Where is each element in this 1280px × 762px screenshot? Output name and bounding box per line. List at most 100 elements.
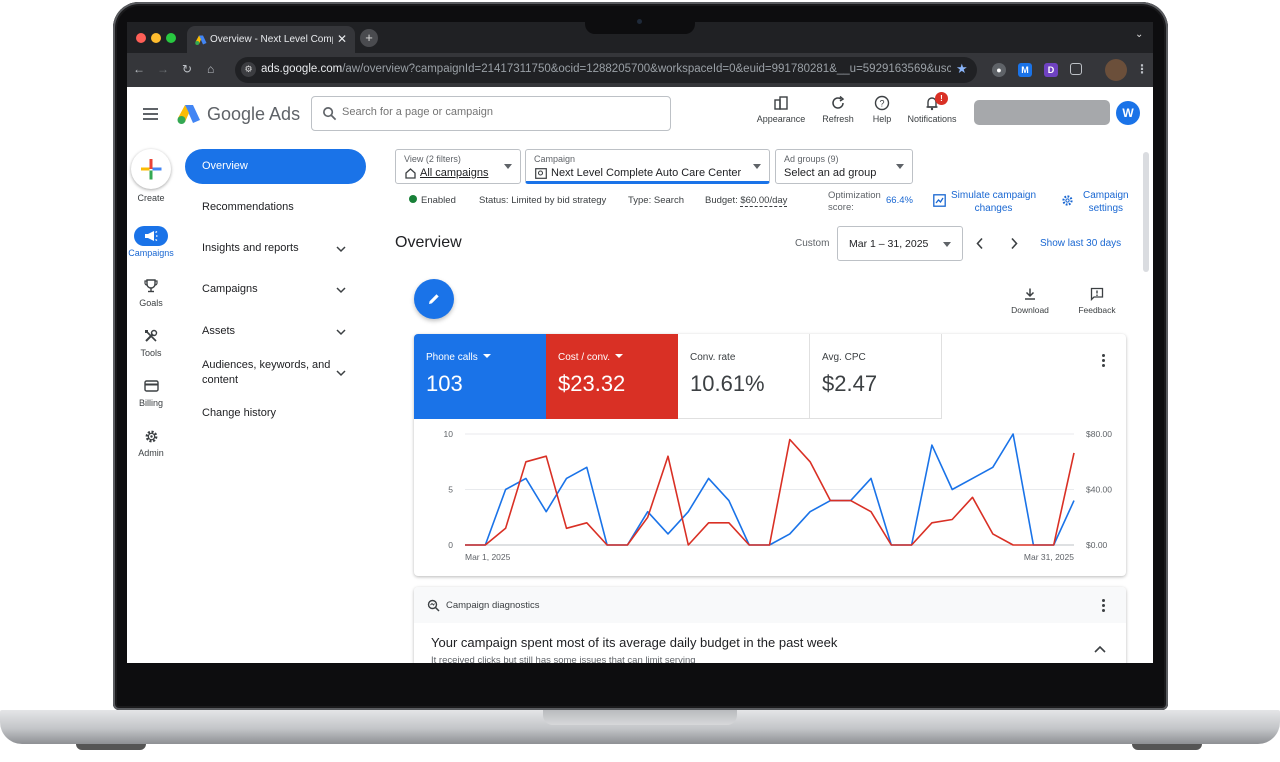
home-icon: [405, 168, 416, 179]
diagnostics-more-icon[interactable]: [1102, 599, 1105, 614]
diagnostics-subtitle: It received clicks but still has some is…: [431, 655, 696, 663]
browser-tab[interactable]: Overview - Next Level Complete ✕: [187, 26, 355, 53]
metric-dropdown-icon[interactable]: [615, 354, 624, 358]
trophy-icon: [127, 276, 175, 296]
search-campaign-icon: [535, 168, 547, 179]
extension-d-icon[interactable]: D: [1044, 63, 1058, 77]
create-button[interactable]: [131, 149, 171, 189]
rail-create-label: Create: [137, 193, 165, 203]
site-info-icon[interactable]: ⚙: [241, 62, 256, 77]
chevron-left-icon[interactable]: [975, 237, 985, 250]
simulate-chart-icon[interactable]: [933, 194, 946, 207]
show-last-30-days-link[interactable]: Show last 30 days: [1040, 238, 1121, 249]
performance-card: Phone calls 103 Cost / conv. $23.32 Conv…: [414, 334, 1126, 576]
url-host: ads.google.com: [261, 63, 343, 75]
y-left-tick-label: 10: [444, 429, 454, 439]
metric-tile-phone-calls[interactable]: Phone calls 103: [414, 334, 546, 419]
address-bar[interactable]: ⚙ ads.google.com/aw/overview?campaignId=…: [235, 57, 977, 83]
settings-gear-icon[interactable]: [1061, 194, 1074, 207]
laptop-foot-left: [76, 744, 146, 750]
rail-item-admin[interactable]: Admin: [127, 426, 175, 458]
nav-item-overview[interactable]: Overview: [185, 149, 366, 184]
new-tab-button[interactable]: +: [360, 29, 378, 47]
rail-item-tools[interactable]: Tools: [127, 326, 175, 358]
search-icon: [323, 107, 337, 121]
reload-icon[interactable]: ↻: [182, 62, 192, 76]
date-range-picker[interactable]: Mar 1 – 31, 2025: [837, 226, 963, 261]
download-icon: [1025, 288, 1035, 300]
close-window-icon[interactable]: [136, 33, 146, 43]
main-menu-icon[interactable]: [143, 108, 158, 123]
chevron-up-icon[interactable]: [1094, 645, 1106, 653]
google-ads-logo-icon: [177, 105, 200, 124]
page-scrollbar[interactable]: [1143, 152, 1149, 272]
camera-icon: [637, 19, 642, 24]
gear-icon: [127, 426, 175, 446]
nav-item-campaigns[interactable]: Campaigns: [185, 283, 366, 295]
rail-create-label-wrap: Create: [127, 193, 175, 203]
appearance-button[interactable]: Appearance: [751, 95, 811, 124]
back-icon[interactable]: ←: [133, 62, 145, 76]
chevron-down-icon: [336, 329, 346, 336]
chevron-down-icon: [336, 246, 346, 253]
browser-menu-icon[interactable]: ⋮: [1136, 62, 1148, 76]
tab-search-icon[interactable]: ⌄: [1135, 29, 1143, 40]
campaign-settings-link[interactable]: Campaign settings: [1083, 189, 1129, 215]
tab-close-icon[interactable]: ✕: [337, 32, 347, 46]
rail-item-billing[interactable]: Billing: [127, 376, 175, 408]
download-button[interactable]: Download: [1006, 287, 1054, 315]
metric-tile-cost-per-conv[interactable]: Cost / conv. $23.32: [546, 334, 678, 419]
extensions-puzzle-icon[interactable]: [1070, 63, 1082, 75]
campaign-dropdown[interactable]: Campaign Next Level Complete Auto Care C…: [525, 149, 770, 184]
campaign-type: Type: Search: [628, 195, 684, 206]
home-icon[interactable]: ⌂: [207, 62, 214, 76]
chevron-right-icon[interactable]: [1009, 237, 1019, 250]
avatar[interactable]: W: [1116, 101, 1140, 125]
account-selector[interactable]: [974, 100, 1110, 125]
campaign-label: Campaign: [534, 154, 576, 164]
metric-tile-avg-cpc[interactable]: Avg. CPC $2.47: [810, 334, 942, 419]
nav-item-assets[interactable]: Assets: [185, 325, 366, 337]
maximize-window-icon[interactable]: [166, 33, 176, 43]
forward-icon[interactable]: →: [157, 62, 169, 76]
optimization-score-value[interactable]: 66.4%: [886, 195, 913, 206]
extension-m-icon[interactable]: M: [1018, 63, 1032, 77]
metric-dropdown-icon[interactable]: [482, 354, 491, 358]
extension-circle-icon[interactable]: ●: [992, 63, 1006, 77]
feedback-button[interactable]: Feedback: [1073, 287, 1121, 315]
edit-metrics-button[interactable]: [414, 279, 454, 319]
notifications-button[interactable]: Notifications !: [902, 92, 962, 124]
metric-value: $23.32: [558, 371, 626, 396]
ad-group-dropdown[interactable]: Ad groups (9) Select an ad group: [775, 149, 913, 184]
nav-item-insights[interactable]: Insights and reports: [185, 242, 366, 254]
simulate-campaign-changes-link[interactable]: Simulate campaign changes: [951, 189, 1036, 215]
bookmark-star-icon[interactable]: ★: [956, 61, 968, 77]
budget-value[interactable]: $60.00/day: [740, 195, 788, 207]
rail-item-goals[interactable]: Goals: [127, 276, 175, 308]
nav-item-audiences[interactable]: Audiences, keywords, and content: [185, 358, 366, 388]
nav-item-change-history[interactable]: Change history: [185, 407, 366, 419]
feedback-label: Feedback: [1078, 305, 1116, 315]
metric-tile-conv-rate[interactable]: Conv. rate 10.61%: [678, 334, 810, 419]
camera-notch: [585, 8, 695, 34]
view-filter-dropdown[interactable]: View (2 filters) All campaigns: [395, 149, 521, 184]
laptop-foot-right: [1132, 744, 1202, 750]
performance-line-chart: 10 $80.00 5 $40.00 0 $0.00 Mar 1, 2025 Mar 31, …: [444, 429, 1113, 562]
metric-label: Conv. rate: [690, 352, 736, 363]
minimize-window-icon[interactable]: [151, 33, 161, 43]
pencil-icon: [429, 294, 439, 304]
search-input[interactable]: [342, 106, 642, 118]
metric-value: 103: [426, 371, 463, 396]
settings-line-1: Campaign: [1083, 190, 1129, 201]
search-box[interactable]: [311, 96, 671, 131]
nav-item-recommendations[interactable]: Recommendations: [185, 201, 366, 213]
ad-group-value: Select an ad group: [784, 167, 877, 179]
campaign-diagnostics-card: Campaign diagnostics Your campaign spent…: [414, 587, 1126, 663]
card-more-icon[interactable]: [1102, 354, 1105, 369]
nav-overview-label: Overview: [202, 160, 248, 172]
notification-badge: !: [935, 92, 948, 105]
profile-avatar-icon[interactable]: [1105, 59, 1127, 81]
rail-item-campaigns[interactable]: Campaigns: [127, 226, 175, 258]
x-start-label: Mar 1, 2025: [465, 552, 511, 562]
plus-icon: [141, 159, 162, 180]
